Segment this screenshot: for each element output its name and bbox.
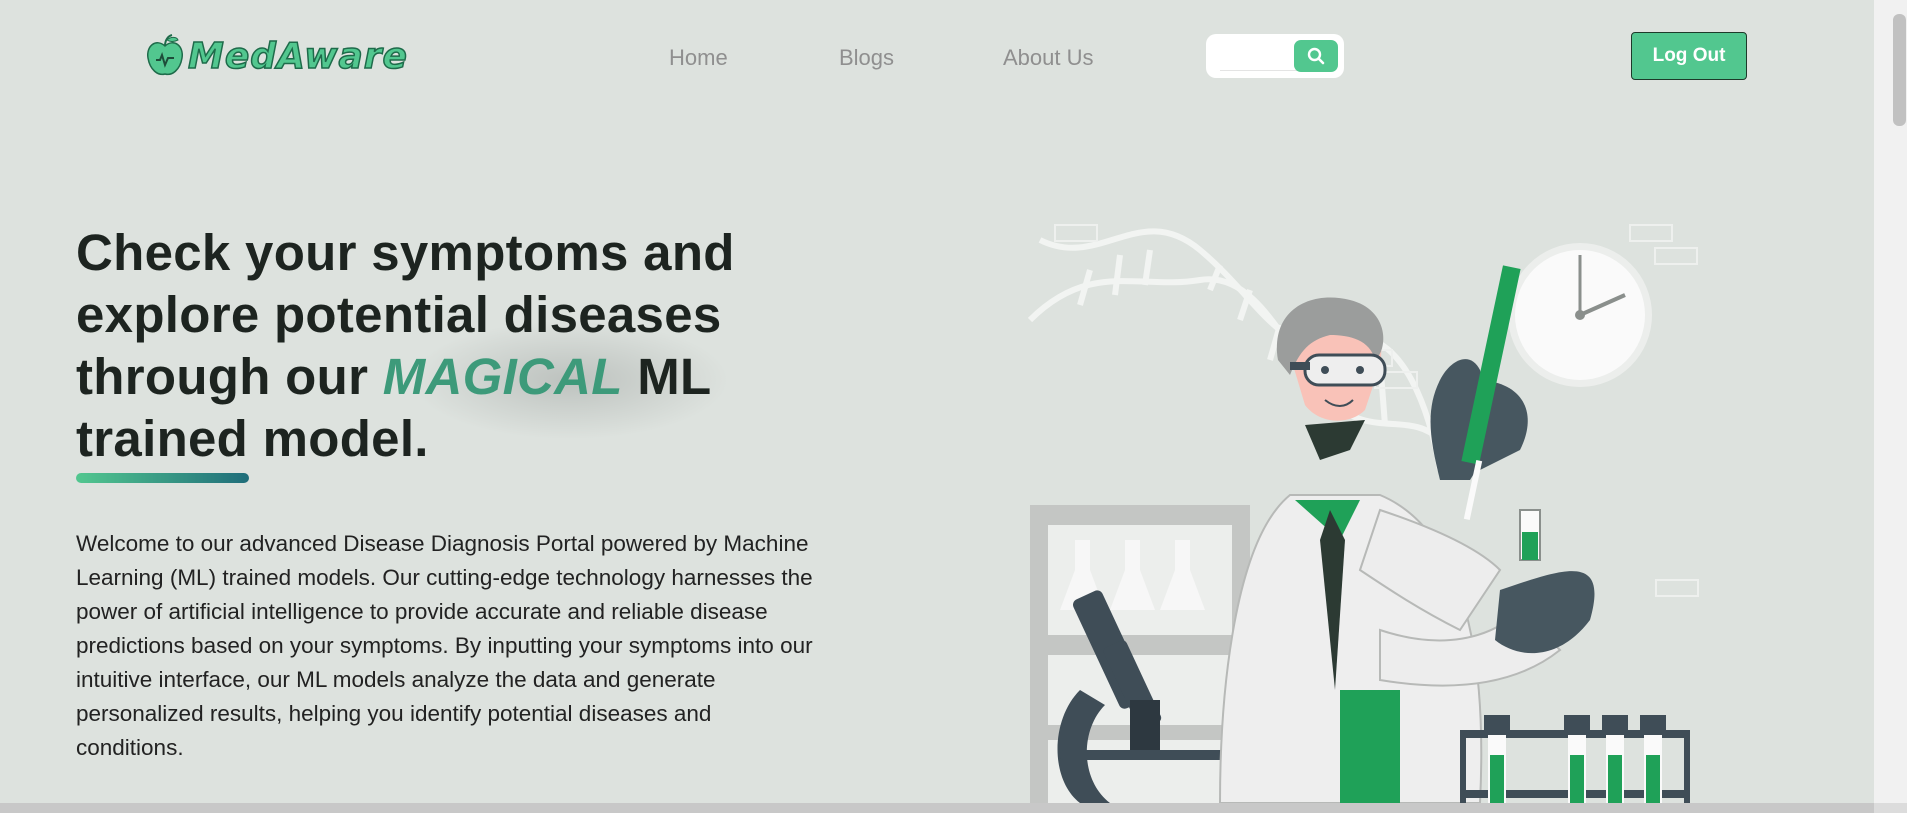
nav-blogs[interactable]: Blogs xyxy=(839,45,894,71)
hero-title-highlight: MAGICAL xyxy=(382,348,623,405)
horizontal-scrollbar[interactable] xyxy=(0,803,1874,813)
search-button[interactable] xyxy=(1294,40,1338,72)
vertical-scrollbar-thumb[interactable] xyxy=(1893,14,1906,126)
scientist-lab-illustration xyxy=(1027,224,1699,803)
nav-about-us[interactable]: About Us xyxy=(1003,45,1094,71)
apple-heart-icon xyxy=(147,34,183,76)
test-tube-rack xyxy=(1460,715,1690,803)
title-underline xyxy=(76,473,249,483)
clock-icon xyxy=(1508,243,1652,387)
search-input[interactable] xyxy=(1220,44,1304,71)
brand-logo[interactable]: MedAware xyxy=(146,34,408,78)
search-box xyxy=(1206,34,1344,78)
search-icon xyxy=(1307,47,1325,65)
hero-intro: Welcome to our advanced Disease Diagnosi… xyxy=(76,531,813,760)
nav-home[interactable]: Home xyxy=(669,45,728,71)
page: MedAware Home Blogs About Us Log Out Che… xyxy=(0,0,1874,803)
logout-button[interactable]: Log Out xyxy=(1631,32,1747,80)
brand-name: MedAware xyxy=(187,35,408,78)
scrollbar-corner xyxy=(1874,803,1907,813)
hero-title: Check your symptoms and explore potentia… xyxy=(76,222,836,470)
